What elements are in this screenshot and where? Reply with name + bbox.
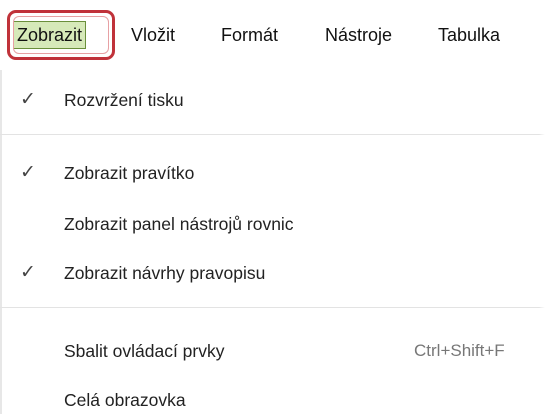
menu-item-cela-obrazovka[interactable]: Celá obrazovka (0, 382, 545, 414)
checkmark-icon: ✓ (20, 262, 36, 283)
menu-item-zobrazit-pravitko[interactable]: ✓ Zobrazit pravítko (0, 155, 545, 191)
menu-nastroje[interactable]: Nástroje (325, 22, 392, 48)
menu-item-sbalit-ovladaci-prvky[interactable]: Sbalit ovládací prvky Ctrl+Shift+F (0, 333, 545, 369)
menu-vlozit[interactable]: Vložit (131, 22, 175, 48)
menu-item-rozvrzeni-tisku[interactable]: ✓ Rozvržení tisku (0, 82, 545, 118)
menu-bar: Zobrazit Vložit Formát Nástroje Tabulka (0, 0, 545, 70)
menu-item-label: Zobrazit panel nástrojů rovnic (64, 214, 294, 234)
view-menu-dropdown: ✓ Rozvržení tisku ✓ Zobrazit pravítko Zo… (0, 70, 545, 414)
menu-item-panel-nastroju-rovnic[interactable]: Zobrazit panel nástrojů rovnic (0, 206, 545, 242)
menu-item-label: Celá obrazovka (64, 390, 186, 410)
menu-tabulka[interactable]: Tabulka (438, 22, 500, 48)
menu-item-shortcut: Ctrl+Shift+F (414, 341, 505, 360)
menu-item-label: Zobrazit pravítko (64, 163, 195, 183)
screenshot-stage: Zobrazit Vložit Formát Nástroje Tabulka … (0, 0, 545, 414)
menu-item-label: Zobrazit návrhy pravopisu (64, 263, 266, 283)
menu-item-navrhy-pravopisu[interactable]: ✓ Zobrazit návrhy pravopisu (0, 255, 545, 291)
menu-zobrazit[interactable]: Zobrazit (13, 21, 87, 49)
checkmark-icon: ✓ (20, 89, 36, 110)
menu-item-label: Rozvržení tisku (64, 90, 184, 110)
menu-format[interactable]: Formát (221, 22, 278, 48)
menu-separator (0, 134, 545, 135)
menu-separator (0, 307, 545, 308)
checkmark-icon: ✓ (20, 162, 36, 183)
menu-item-label: Sbalit ovládací prvky (64, 341, 225, 361)
